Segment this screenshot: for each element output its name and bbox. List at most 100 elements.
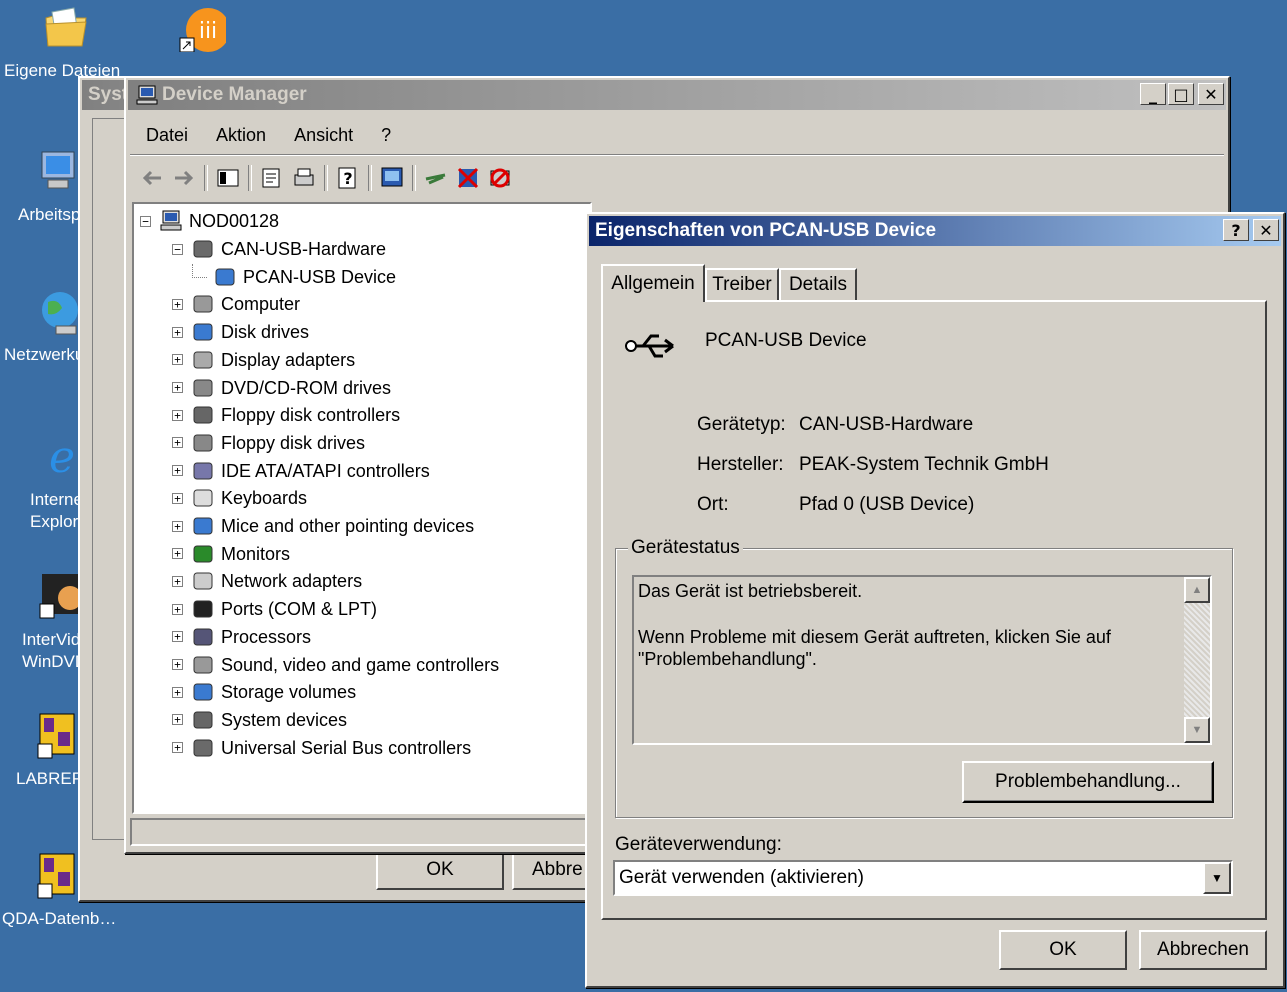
minimize-button[interactable]: _ [1140,83,1166,105]
device-manager-titlebar[interactable]: Device Manager [128,80,1226,110]
device-usage-label: Geräteverwendung: [615,834,782,855]
desktop-icon-label: QDA-Datenb… [2,909,117,928]
tree-device-item[interactable]: PCAN-USB Device [192,263,396,290]
cancel-button[interactable]: Abbrechen [1139,930,1267,970]
device-properties-dialog: Eigenschaften von PCAN-USB Device ? ✕ Al… [585,212,1285,988]
expand-toggle[interactable]: + [172,714,183,726]
scroll-up-button[interactable]: ▲ [1184,577,1210,603]
ok-button[interactable]: OK [999,930,1127,970]
tree-connector [192,263,207,278]
disable-device-icon[interactable] [487,165,513,191]
desktop-icon-windvd[interactable]: InterVideo WinDVD [22,572,82,673]
uninstall-icon[interactable] [455,165,481,191]
tree-category-item[interactable]: + Monitors [172,541,290,567]
tab-details[interactable]: Details [779,268,857,300]
expand-toggle[interactable]: + [172,548,183,560]
menu-item-help[interactable]: ? [367,120,405,150]
svg-text:iii: iii [199,19,217,44]
expand-toggle[interactable]: + [172,437,183,449]
troubleshoot-button[interactable]: Problembehandlung... [962,761,1214,803]
device-usage-select[interactable]: Gerät verwenden (aktivieren) ▼ [613,860,1233,896]
device-category-icon [193,517,213,535]
tree-category-item[interactable]: + Ports (COM & LPT) [172,596,377,622]
tree-category-item[interactable]: + Display adapters [172,347,355,373]
tree-category-item[interactable]: + DVD/CD-ROM drives [172,375,391,401]
close-button[interactable]: ✕ [1198,83,1224,105]
expand-toggle[interactable]: + [172,409,183,421]
tree-root[interactable]: − NOD00128 [140,208,279,234]
system-properties-ok-button[interactable]: OK [376,850,504,890]
device-tree[interactable]: − NOD00128 − CAN-USB-Hardware PCAN-USB Dev… [132,202,592,814]
show-hide-tree-icon[interactable] [215,165,241,191]
dropdown-arrow-button[interactable]: ▼ [1203,862,1231,894]
properties-dialog-titlebar[interactable]: Eigenschaften von PCAN-USB Device [589,216,1281,246]
tree-item-label: Mice and other pointing devices [221,516,475,536]
expand-toggle[interactable]: + [172,492,183,504]
maximize-button[interactable]: □ [1168,83,1194,105]
tree-item-label: Display adapters [221,349,356,370]
expand-toggle[interactable]: + [172,354,183,366]
desktop-icon-ie[interactable]: e Internet Explorer [30,432,80,533]
tree-category-item[interactable]: + System devices [172,707,347,733]
tree-category-item[interactable]: + Sound, video and game controllers [172,652,499,678]
expand-toggle[interactable]: + [172,326,183,338]
desktop-icon-my-computer[interactable]: Arbeitsplatz [0,148,80,225]
tree-category-item[interactable]: + Keyboards [172,485,307,511]
expand-toggle[interactable]: + [172,575,183,587]
update-driver-icon[interactable] [423,165,449,191]
expand-toggle[interactable]: + [172,686,183,698]
tree-category-item[interactable]: + Universal Serial Bus controllers [172,735,471,761]
expand-toggle[interactable]: + [172,382,183,393]
app-shortcut-icon: iii [179,8,230,53]
collapse-toggle[interactable]: − [140,215,151,227]
device-type-value: CAN-USB-Hardware [799,414,974,435]
usb-icon [625,334,674,358]
tree-item-label: IDE ATA/ATAPI controllers [221,460,430,481]
tree-category-item[interactable]: + Floppy disk controllers [172,402,400,428]
expand-toggle[interactable]: + [172,742,183,754]
help-button[interactable]: ? [1223,219,1249,241]
device-category-icon [193,295,213,313]
tree-category-item[interactable]: + Computer [172,291,300,317]
scan-hardware-icon[interactable] [379,165,405,191]
tree-category-item[interactable]: + Disk drives [172,319,309,345]
tree-category-item[interactable]: + Storage volumes [172,679,356,705]
device-category-icon [215,268,235,286]
status-textbox[interactable]: Das Gerät ist betriebsbereit. Wenn Probl… [632,575,1212,745]
expand-toggle[interactable]: + [172,465,183,477]
tree-category-item[interactable]: + Network adapters [172,568,362,594]
menu-item-datei[interactable]: Datei [132,120,202,150]
expand-toggle[interactable]: + [172,659,183,670]
status-text-3: "Problembehandlung". [638,649,817,669]
menu-item-ansicht[interactable]: Ansicht [280,120,367,150]
help-icon[interactable]: ? [335,165,361,191]
back-arrow-icon[interactable] [139,165,165,191]
tree-item-label: Sound, video and game controllers [221,654,500,675]
expand-toggle[interactable]: + [172,298,183,310]
scroll-down-button[interactable]: ▼ [1184,717,1210,743]
tree-category-item[interactable]: + Floppy disk drives [172,430,365,456]
tab-allgemein[interactable]: Allgemein [601,264,705,302]
expand-toggle[interactable]: + [172,520,183,532]
print-icon[interactable] [291,165,317,191]
menu-item-aktion[interactable]: Aktion [202,120,280,150]
desktop-icon-shortcut[interactable]: iii [142,4,262,61]
desktop-icon-my-documents[interactable]: Eigene Dateien [4,4,128,81]
close-button[interactable]: ✕ [1253,219,1279,241]
tree-category-item[interactable]: + Mice and other pointing devices [172,513,474,539]
location-value: Pfad 0 (USB Device) [799,494,975,515]
tree-category-item[interactable]: − CAN-USB-Hardware [172,236,386,262]
desktop-icon-label: Netzwerkumgebung [4,345,80,364]
scrollbar[interactable]: ▲ ▼ [1184,577,1210,743]
expand-toggle[interactable]: + [172,631,183,643]
expand-toggle[interactable]: + [172,603,183,615]
desktop-icon-network[interactable]: Netzwerkumgebung [4,288,80,365]
tab-treiber[interactable]: Treiber [705,268,779,300]
tree-category-item[interactable]: + Processors [172,624,311,650]
tree-category-item[interactable]: + IDE ATA/ATAPI controllers [172,458,430,484]
desktop-icon-labrep[interactable]: LABREP [16,712,80,789]
collapse-toggle[interactable]: − [172,243,183,255]
forward-arrow-icon[interactable] [171,165,197,191]
tree-item-label: System devices [221,709,348,730]
properties-icon[interactable] [259,165,285,191]
